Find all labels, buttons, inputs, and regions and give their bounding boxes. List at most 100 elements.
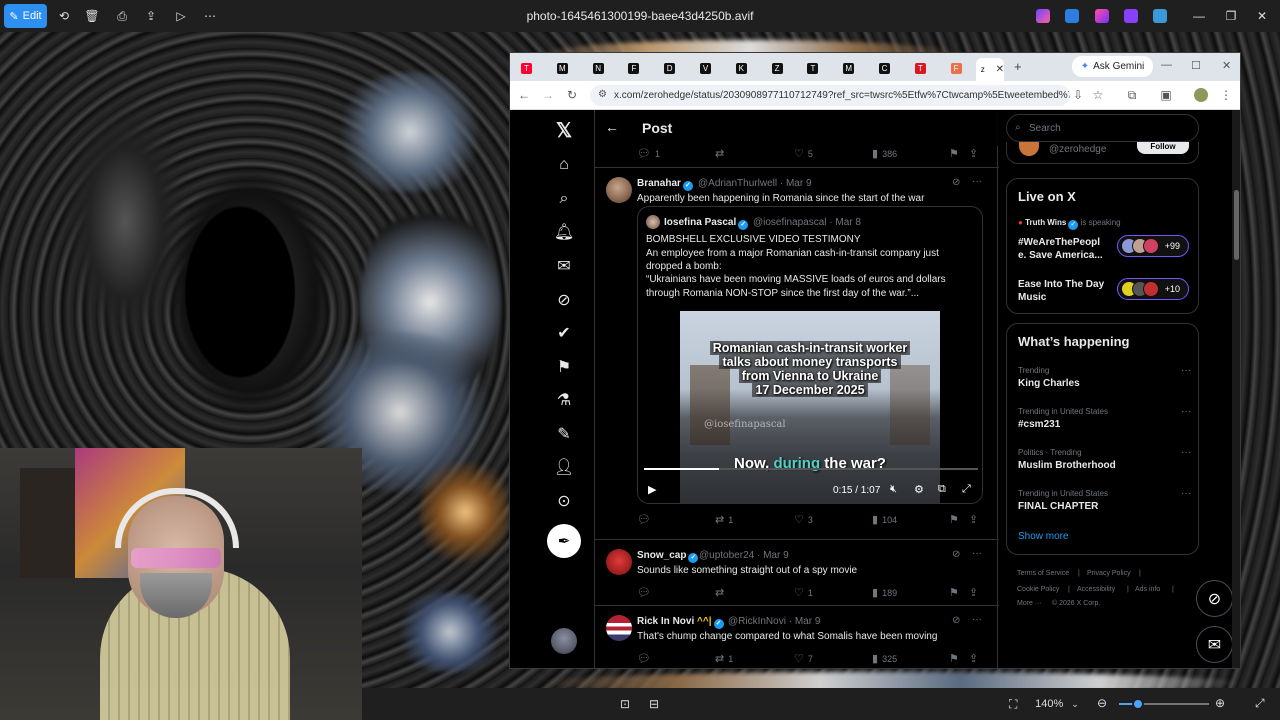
print-icon[interactable]: ⎙ xyxy=(112,6,132,26)
reply-action[interactable]: 💬︎ xyxy=(637,652,651,665)
trend-name[interactable]: Muslim Brotherhood xyxy=(1018,460,1116,471)
pip-icon[interactable]: ⧉ xyxy=(938,483,946,496)
x-logo-icon[interactable]: 𝕏 xyxy=(550,116,578,144)
explore-search-icon[interactable]: ⌕ xyxy=(550,185,578,213)
messages-icon[interactable]: ✉ xyxy=(550,252,578,280)
copilot-icon[interactable] xyxy=(1036,9,1050,23)
edit-button[interactable]: ✎ Edit xyxy=(4,4,47,28)
listener-pill[interactable]: +10 xyxy=(1117,278,1189,300)
zoom-level-dropdown[interactable]: 140% ⌄ xyxy=(1028,693,1086,715)
text-extract-icon[interactable]: ⊟ xyxy=(649,697,659,711)
bookmark-star-icon[interactable]: ☆ xyxy=(1090,87,1106,103)
author-handle[interactable]: @RickInNovi · Mar 9 xyxy=(728,616,820,627)
play-icon[interactable]: ▶ xyxy=(648,483,656,496)
like-action[interactable]: ♡ 3 xyxy=(794,513,813,526)
tab-close-icon[interactable]: ✕ xyxy=(996,64,1004,75)
notifications-icon[interactable]: 🔔︎ xyxy=(550,218,578,246)
home-icon[interactable]: ⌂ xyxy=(550,151,578,179)
delete-icon[interactable]: 🗑︎ xyxy=(82,6,102,26)
views-action[interactable]: ▮ 325 xyxy=(872,652,897,665)
video-player[interactable]: Romanian cash-in-transit worker talks ab… xyxy=(638,311,982,503)
maximize-icon[interactable]: ❐ xyxy=(1222,7,1240,25)
author-handle[interactable]: @uptober24 · Mar 9 xyxy=(699,550,789,561)
browser-close-icon[interactable]: ✕ xyxy=(1222,59,1231,72)
reply-action[interactable]: 💬︎ xyxy=(637,586,651,599)
follow-handle[interactable]: @zerohedge xyxy=(1049,144,1106,155)
browser-tab[interactable]: C xyxy=(876,58,910,78)
jobs-icon[interactable]: ⚗ xyxy=(550,386,578,414)
rotate-icon[interactable]: ⟲ xyxy=(54,6,74,26)
browser-tab[interactable]: K xyxy=(733,58,767,78)
tweet-rick-in-novi[interactable]: Rick In Novi ^^| ✓ @RickInNovi · Mar 9 ⊘ … xyxy=(595,605,999,668)
close-icon[interactable]: ✕ xyxy=(1253,7,1271,25)
views-action[interactable]: ▮ 104 xyxy=(872,513,897,526)
tweet-snow-cap[interactable]: Snow_cap ✓ @uptober24 · Mar 9 ⊘ ··· Sound… xyxy=(595,539,999,605)
profile-icon[interactable]: 👤︎ xyxy=(550,453,578,481)
zoom-out-icon[interactable]: ⊖ xyxy=(1097,696,1107,710)
grok-icon[interactable]: ⊘ xyxy=(550,286,578,314)
share-action[interactable]: ⇪ xyxy=(969,586,978,599)
minimize-icon[interactable]: — xyxy=(1190,7,1208,25)
tab-active[interactable]: z ✕ xyxy=(976,58,1004,81)
bookmarks-icon[interactable]: ⚑ xyxy=(550,353,578,381)
bookmark-action[interactable]: ⚑ xyxy=(949,147,959,160)
trend-name[interactable]: FINAL CHAPTER xyxy=(1018,501,1098,512)
footer-link[interactable]: Privacy Policy xyxy=(1087,570,1131,577)
author-name[interactable]: Rick In Novi ^^| ✓ xyxy=(637,616,724,629)
fullscreen-icon[interactable]: ⤢ xyxy=(962,483,971,496)
tweet-more-icon[interactable]: ··· xyxy=(972,176,982,187)
author-name[interactable]: Branahar ✓ xyxy=(637,178,693,191)
footer-link[interactable]: Cookie Policy xyxy=(1017,586,1059,593)
page-scrollbar[interactable] xyxy=(1232,110,1240,668)
app-icon-purple[interactable] xyxy=(1124,9,1138,23)
app-icon-pink[interactable] xyxy=(1095,9,1109,23)
zerohedge-avatar[interactable] xyxy=(1019,142,1039,156)
live-space-title[interactable]: Ease Into The Day Music xyxy=(1018,278,1104,304)
author-handle[interactable]: @AdrianThurlwell · Mar 9 xyxy=(698,178,812,189)
site-info-icon[interactable]: ⚙ xyxy=(598,89,607,100)
browser-menu-icon[interactable]: ⋮ xyxy=(1218,87,1234,103)
trend-more-icon[interactable]: ··· xyxy=(1181,365,1191,376)
grok-fab-icon[interactable]: ⊘ xyxy=(1196,580,1233,617)
reply-action[interactable]: 💬︎ 1 xyxy=(637,147,660,160)
zoom-slider[interactable] xyxy=(1119,698,1209,710)
account-avatar[interactable] xyxy=(551,628,577,654)
avatar[interactable] xyxy=(606,615,632,641)
retweet-action[interactable]: ⇄ 1 xyxy=(715,513,733,526)
views-action[interactable]: ▮ 386 xyxy=(872,147,897,160)
grok-small-icon[interactable]: ⊘ xyxy=(952,615,960,626)
avatar[interactable] xyxy=(606,177,632,203)
trend-more-icon[interactable]: ··· xyxy=(1181,488,1191,499)
video-progress-bar[interactable] xyxy=(644,468,978,470)
compose-post-button[interactable]: ✒ xyxy=(547,524,581,558)
messages-fab-icon[interactable]: ✉ xyxy=(1196,626,1233,663)
expand-icon[interactable]: ⤢ xyxy=(1255,696,1265,711)
browser-tab[interactable]: M xyxy=(554,58,588,78)
onedrive-icon[interactable] xyxy=(1153,9,1167,23)
browser-tab[interactable]: Z xyxy=(769,58,803,78)
zoom-in-icon[interactable]: ⊕ xyxy=(1215,696,1225,710)
browser-tab[interactable]: T xyxy=(912,58,946,78)
grok-small-icon[interactable]: ⊘ xyxy=(952,549,960,560)
fit-to-window-icon[interactable]: ⛶ xyxy=(1009,697,1017,712)
articles-icon[interactable]: ✎ xyxy=(550,420,578,448)
new-tab-icon[interactable]: + xyxy=(1014,59,1022,74)
visual-search-icon[interactable]: ⊡ xyxy=(620,697,630,711)
share-icon[interactable]: ⇪ xyxy=(141,6,161,26)
like-action[interactable]: ♡ 7 xyxy=(794,652,813,665)
address-bar[interactable]: ⚙ x.com/zerohedge/status/203090897711071… xyxy=(590,85,1070,106)
back-arrow-icon[interactable]: ← xyxy=(605,119,619,135)
grok-small-icon[interactable]: ⊘ xyxy=(952,177,960,188)
browser-minimize-icon[interactable]: — xyxy=(1161,59,1172,71)
tweet-branahar[interactable]: Branahar ✓ @AdrianThurlwell · Mar 9 ⊘ ···… xyxy=(595,167,999,539)
trend-name[interactable]: King Charles xyxy=(1018,378,1080,389)
footer-link[interactable]: More ··· xyxy=(1017,600,1042,607)
browser-tab[interactable]: V xyxy=(697,58,731,78)
like-action[interactable]: ♡ 1 xyxy=(794,586,813,599)
settings-icon[interactable]: ⚙ xyxy=(914,483,924,496)
live-space-title[interactable]: #WeAreThePeopl e. Save America... xyxy=(1018,236,1103,262)
app-icon-blue[interactable] xyxy=(1065,9,1079,23)
author-name[interactable]: Snow_cap ✓ xyxy=(637,550,699,563)
show-more-link[interactable]: Show more xyxy=(1018,531,1069,542)
bookmark-action[interactable]: ⚑ xyxy=(949,513,959,526)
